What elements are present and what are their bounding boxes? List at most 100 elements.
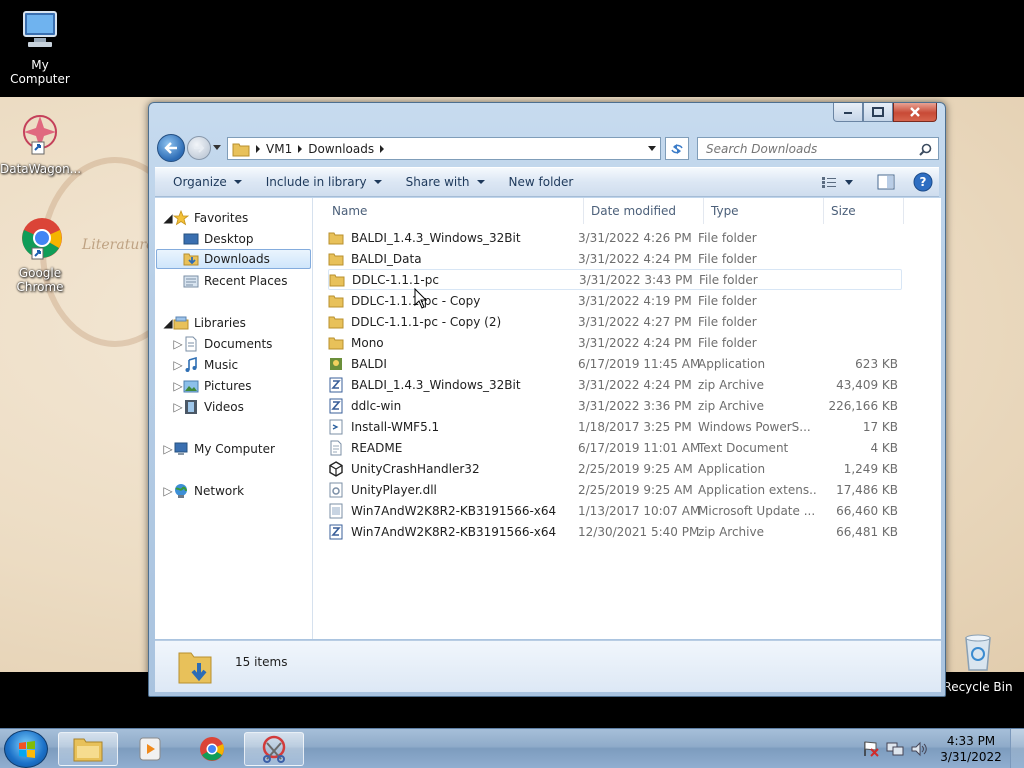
nav-label: Favorites (194, 211, 249, 225)
videos-icon (185, 400, 197, 414)
nav-pictures[interactable]: ▷ Pictures (173, 376, 252, 396)
chevron-down-icon (233, 180, 242, 184)
column-header-name[interactable]: Name (314, 198, 584, 224)
address-history-dropdown[interactable] (648, 146, 656, 151)
file-name: Install-WMF5.1 (351, 419, 440, 434)
unity-icon (329, 460, 343, 477)
network-status-icon[interactable] (886, 740, 904, 758)
action-center-flag-icon[interactable] (862, 740, 880, 758)
minimize-button[interactable] (833, 103, 863, 122)
nav-libraries[interactable]: ◢ Libraries (163, 313, 245, 333)
breadcrumb-vm1[interactable]: VM1 (266, 142, 292, 156)
new-folder-button[interactable]: New folder (497, 167, 586, 197)
column-header-size[interactable]: Size (824, 198, 904, 224)
breadcrumb-separator[interactable] (298, 144, 303, 153)
clock[interactable]: 4:33 PM 3/31/2022 (932, 733, 1010, 765)
details-pane: 15 items (155, 640, 941, 692)
show-desktop-button[interactable] (1010, 729, 1024, 768)
taskbar-chrome-button[interactable] (182, 732, 242, 766)
file-row[interactable]: BALDI_1.4.3_Windows_32Bit 3/31/2022 4:24 … (328, 374, 902, 395)
desktop-icon-google-chrome[interactable]: Google Chrome (0, 216, 80, 294)
file-type: Application extens... (698, 482, 818, 497)
close-button[interactable] (893, 103, 937, 122)
expand-arrow-icon[interactable]: ▷ (173, 400, 183, 414)
folder-icon (329, 274, 345, 286)
organize-menu[interactable]: Organize (155, 167, 254, 197)
file-size: 66,481 KB (836, 524, 898, 539)
file-name-cell: ddlc-win (328, 398, 578, 414)
file-row[interactable]: Install-WMF5.1 1/18/2017 3:25 PM Windows P… (328, 416, 902, 437)
expand-arrow-icon[interactable]: ▷ (163, 442, 173, 456)
view-dropdown-chevron-icon[interactable] (845, 179, 853, 185)
search-input[interactable] (706, 141, 906, 156)
desktop-icon-recycle-bin[interactable]: Recycle Bin (938, 630, 1018, 694)
file-date: 3/31/2022 4:27 PM (578, 314, 692, 329)
file-row[interactable]: README 6/17/2019 11:01 AM Text Document 4 K… (328, 437, 902, 458)
nav-my-computer[interactable]: ▷ My Computer (163, 439, 275, 459)
taskbar-media-player-button[interactable] (120, 732, 180, 766)
column-header-type[interactable]: Type (704, 198, 824, 224)
nav-label: Downloads (204, 252, 270, 266)
help-icon[interactable]: ? (913, 172, 933, 192)
file-row[interactable]: BALDI 6/17/2019 11:45 AM Application 623 KB (328, 353, 902, 374)
file-row[interactable]: Win7AndW2K8R2-KB3191566-x64 12/30/2021 5:… (328, 521, 902, 542)
address-bar[interactable]: VM1 Downloads (227, 137, 661, 160)
file-row[interactable]: UnityPlayer.dll 2/25/2019 9:25 AM Applicat… (328, 479, 902, 500)
recent-pages-dropdown[interactable] (213, 145, 221, 150)
nav-videos[interactable]: ▷ Videos (173, 397, 244, 417)
file-row[interactable]: DDLC-1.1.1-pc - Copy (2) 3/31/2022 4:27 P… (328, 311, 902, 332)
documents-icon (185, 336, 197, 352)
breadcrumb-separator[interactable] (256, 144, 260, 153)
volume-icon[interactable] (910, 740, 928, 758)
taskbar-snipping-tool-button[interactable] (244, 732, 304, 766)
desktop-icon-my-computer[interactable]: My Computer (0, 8, 80, 86)
file-type: File folder (698, 293, 757, 308)
nav-network[interactable]: ▷ Network (163, 481, 244, 501)
refresh-icon (671, 143, 683, 154)
chrome-icon (200, 737, 224, 761)
nav-recent-places[interactable]: Recent Places (183, 271, 287, 291)
include-in-library-menu[interactable]: Include in library (254, 167, 394, 197)
libraries-icon (173, 316, 189, 330)
address-row: VM1 Downloads (157, 134, 939, 162)
nav-music[interactable]: ▷ Music (173, 355, 238, 375)
nav-favorites[interactable]: ◢ Favorites (163, 208, 248, 228)
expand-arrow-icon[interactable]: ▷ (173, 379, 183, 393)
file-row[interactable]: DDLC-1.1.1-pc 3/31/2022 3:43 PM File folde… (328, 269, 902, 290)
clock-time: 4:33 PM (946, 734, 996, 748)
collapse-arrow-icon[interactable]: ◢ (163, 211, 173, 225)
file-row[interactable]: BALDI_1.4.3_Windows_32Bit 3/31/2022 4:26 … (328, 227, 902, 248)
nav-desktop[interactable]: Desktop (183, 229, 254, 249)
expand-arrow-icon[interactable]: ▷ (173, 337, 183, 351)
file-row[interactable]: Mono 3/31/2022 4:24 PM File folder (328, 332, 902, 353)
expand-arrow-icon[interactable]: ▷ (163, 484, 173, 498)
back-button[interactable] (157, 134, 185, 162)
nav-label: Pictures (204, 379, 252, 393)
maximize-button[interactable] (863, 103, 893, 122)
file-row[interactable]: BALDI_Data 3/31/2022 4:24 PM File folder (328, 248, 902, 269)
view-options-icon[interactable] (821, 175, 837, 189)
file-row[interactable]: Win7AndW2K8R2-KB3191566-x64 1/13/2017 10:… (328, 500, 902, 521)
file-name: Mono (351, 335, 384, 350)
expand-arrow-icon[interactable]: ▷ (173, 358, 183, 372)
share-with-menu[interactable]: Share with (394, 167, 497, 197)
breadcrumb-downloads[interactable]: Downloads (308, 142, 374, 156)
search-icon[interactable] (919, 143, 932, 156)
taskbar-explorer-button[interactable] (58, 732, 118, 766)
breadcrumb-separator[interactable] (380, 144, 385, 153)
file-date: 2/25/2019 9:25 AM (578, 461, 693, 476)
collapse-arrow-icon[interactable]: ◢ (163, 316, 173, 330)
file-name: BALDI_Data (351, 251, 422, 266)
column-header-date-modified[interactable]: Date modified (584, 198, 704, 224)
file-row[interactable]: UnityCrashHandler32 2/25/2019 9:25 AM Appl… (328, 458, 902, 479)
nav-downloads[interactable]: Downloads (156, 249, 311, 269)
preview-pane-icon[interactable] (877, 174, 895, 190)
desktop-icon-datawagon[interactable]: DataWagon... (0, 112, 81, 176)
nav-documents[interactable]: ▷ Documents (173, 334, 272, 354)
refresh-button[interactable] (665, 137, 689, 160)
close-icon (910, 107, 920, 117)
forward-button[interactable] (187, 136, 211, 160)
start-button[interactable] (4, 730, 48, 768)
file-row[interactable]: ddlc-win 3/31/2022 3:36 PM zip Archive 226,… (328, 395, 902, 416)
search-box[interactable] (697, 137, 939, 160)
